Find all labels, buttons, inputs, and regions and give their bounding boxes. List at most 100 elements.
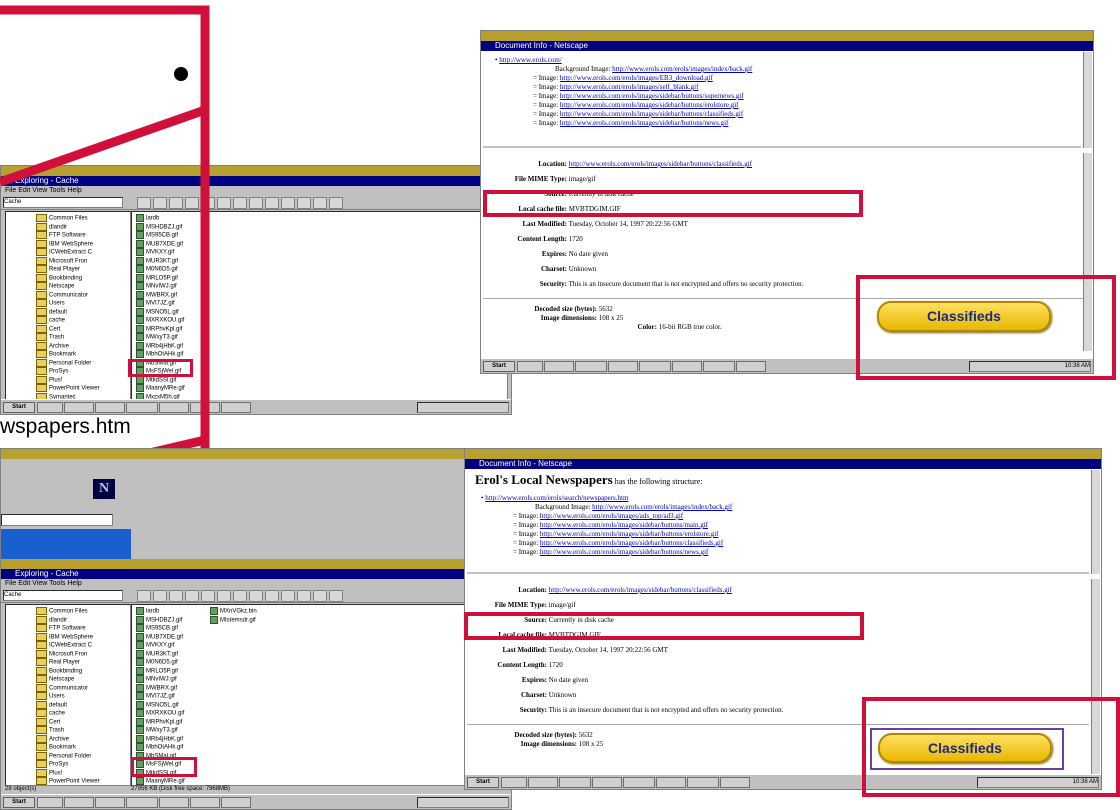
delete-icon[interactable]: [249, 590, 263, 602]
tree-item[interactable]: Archive: [36, 734, 130, 744]
tree-item[interactable]: Bookbinding: [36, 666, 130, 676]
small-icons-icon[interactable]: [297, 590, 311, 602]
taskbar-button[interactable]: [639, 361, 671, 372]
menu-bar[interactable]: File Edit View Tools Help: [1, 579, 511, 588]
tree-item[interactable]: Bookmark: [36, 743, 130, 752]
list-icon[interactable]: [313, 590, 327, 602]
image-url-link[interactable]: http://www.erols.com/erols/images/sideba…: [560, 119, 729, 127]
location-field[interactable]: [1, 514, 113, 526]
tree-item[interactable]: ICWebExtract C: [36, 641, 130, 650]
list-item[interactable]: MIstemsdr.gif: [210, 615, 257, 625]
info-field-value[interactable]: http://www.erols.com/erols/images/sideba…: [569, 160, 752, 168]
start-button[interactable]: Start: [3, 797, 35, 808]
tree-item[interactable]: Personal Folder: [36, 751, 130, 761]
taskbar-button[interactable]: [608, 361, 638, 372]
paste-icon[interactable]: [217, 590, 231, 602]
list-item[interactable]: lardb: [136, 607, 185, 616]
large-icons-icon[interactable]: [281, 590, 295, 602]
details-icon[interactable]: [329, 590, 343, 602]
taskbar-button[interactable]: [672, 361, 702, 372]
cut-icon[interactable]: [185, 590, 199, 602]
tree-item[interactable]: FTP Software: [36, 624, 130, 633]
image-url-link[interactable]: http://www.erols.com/erols/images/sideba…: [540, 521, 708, 529]
taskbar-button[interactable]: [190, 797, 220, 808]
list-item[interactable]: MXRXKOU.gif: [136, 709, 185, 718]
properties-icon[interactable]: [265, 590, 279, 602]
scrollbar-top-pane[interactable]: [1083, 52, 1092, 148]
tree-item[interactable]: Real Player: [36, 658, 130, 667]
taskbar-button[interactable]: [623, 777, 655, 788]
start-button[interactable]: Start: [483, 361, 515, 372]
taskbar-button[interactable]: [159, 797, 189, 808]
list-item[interactable]: MbhOtAHk.gif: [136, 743, 185, 752]
list-item[interactable]: MRPhvKpl.gif: [136, 717, 185, 727]
tree-item[interactable]: IBM WebSphere: [36, 632, 130, 642]
list-item[interactable]: M0N6D5.gif: [136, 658, 185, 667]
taskbar-button[interactable]: [656, 777, 686, 788]
undo-icon[interactable]: [233, 197, 247, 209]
top-url-link[interactable]: http://www.erols.com/erols/search/newspa…: [485, 494, 628, 502]
tree-item[interactable]: ProSys: [36, 760, 130, 769]
taskbar-button[interactable]: [687, 777, 719, 788]
image-url-link[interactable]: http://www.erols.com/erols/images/EB3_do…: [560, 74, 713, 82]
taskbar-button[interactable]: [575, 361, 607, 372]
small-icons-icon[interactable]: [297, 197, 311, 209]
copy-icon[interactable]: [201, 590, 215, 602]
bg-url-link[interactable]: http://www.erols.com/erols/images/index/…: [592, 503, 732, 511]
list-item[interactable]: MUB7XDE.gif: [136, 632, 185, 642]
undo-icon[interactable]: [233, 590, 247, 602]
delete-icon[interactable]: [249, 197, 263, 209]
image-url-link[interactable]: http://www.erols.com/erols/images/sideba…: [540, 548, 709, 556]
tree-item[interactable]: Microsoft Fron: [36, 649, 130, 659]
list-item[interactable]: MNvIWJ.gif: [136, 675, 185, 684]
top-url-link[interactable]: http://www.erols.com/: [499, 56, 562, 64]
taskbar-button[interactable]: [501, 777, 527, 788]
list-item[interactable]: MUR3KT.gif: [136, 649, 185, 659]
taskbar-button[interactable]: [95, 797, 125, 808]
tree-item[interactable]: Plus!: [36, 768, 130, 778]
list-item[interactable]: MSHDBZJ.gif: [136, 615, 185, 625]
tree-item[interactable]: Users: [36, 692, 130, 701]
start-button[interactable]: Start: [467, 777, 499, 788]
scrollbar-top-pane[interactable]: [1091, 470, 1100, 574]
list-item[interactable]: MSNO5L.gif: [136, 700, 185, 710]
tree-item[interactable]: Cert: [36, 717, 130, 727]
taskbar-button[interactable]: [528, 777, 558, 788]
image-url-link[interactable]: http://www.erols.com/erols/images/ads_to…: [540, 512, 683, 520]
taskbar-button[interactable]: [221, 797, 251, 808]
list-item[interactable]: MXnVGkz.bin: [210, 607, 257, 616]
taskbar-button[interactable]: [37, 797, 63, 808]
image-url-link[interactable]: http://www.erols.com/erols/images/sideba…: [560, 101, 739, 109]
taskbar-button[interactable]: [126, 797, 158, 808]
list-item[interactable]: MRb4jHbK.gif: [136, 734, 185, 744]
tree-item[interactable]: Netscape: [36, 675, 130, 684]
list-item[interactable]: MWBRX.gif: [136, 683, 185, 693]
bg-url-link[interactable]: http://www.erols.com/erols/images/index/…: [612, 65, 752, 73]
info-field-value[interactable]: http://www.erols.com/erols/images/sideba…: [549, 586, 732, 594]
taskbar-button[interactable]: [544, 361, 574, 372]
image-url-link[interactable]: http://www.erols.com/erols/images/sideba…: [540, 539, 723, 547]
details-icon[interactable]: [329, 197, 343, 209]
map-drive-icon[interactable]: [153, 590, 167, 602]
taskbar-button[interactable]: [703, 361, 735, 372]
list-item[interactable]: MWxyT3.gif: [136, 726, 185, 735]
image-url-link[interactable]: http://www.erols.com/erols/images/sideba…: [560, 110, 743, 118]
tree-item[interactable]: default: [36, 700, 130, 710]
taskbar-button[interactable]: [736, 361, 766, 372]
taskbar-button[interactable]: [517, 361, 543, 372]
tree-item[interactable]: dlandir: [36, 615, 130, 625]
image-url-link[interactable]: http://www.erols.com/erols/images/sideba…: [540, 530, 719, 538]
taskbar-button[interactable]: [64, 797, 94, 808]
tree-item[interactable]: Communicator: [36, 683, 130, 693]
list-item[interactable]: MVI7JZ.gif: [136, 692, 185, 701]
taskbar-button[interactable]: [592, 777, 622, 788]
tree-item[interactable]: cache: [36, 709, 130, 718]
taskbar-button[interactable]: [720, 777, 750, 788]
up-folder-icon[interactable]: [137, 590, 151, 602]
taskbar-button[interactable]: [221, 402, 251, 413]
list-item[interactable]: MRLO5P.gif: [136, 666, 185, 676]
disconnect-icon[interactable]: [169, 590, 183, 602]
list-item[interactable]: MS95CB.gif: [136, 624, 185, 633]
tree-item[interactable]: Common Files: [36, 607, 130, 616]
image-url-link[interactable]: http://www.erols.com/erols/images/sideba…: [560, 92, 744, 100]
